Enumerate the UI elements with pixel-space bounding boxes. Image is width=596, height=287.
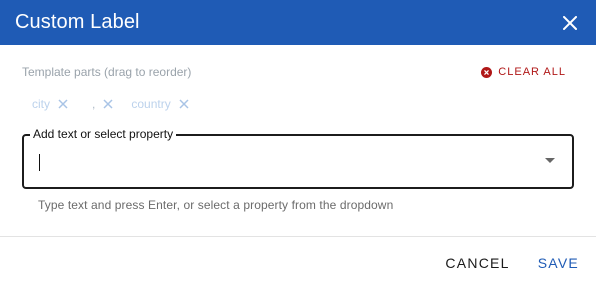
clear-all-button[interactable]: CLEAR ALL: [481, 66, 566, 78]
dialog-title: Custom Label: [15, 11, 140, 33]
close-icon: [179, 99, 189, 109]
chip-label: city: [32, 97, 50, 111]
chip-remove-button[interactable]: [58, 99, 68, 109]
chip-label: ,: [92, 97, 96, 111]
text-cursor: [39, 154, 40, 171]
close-icon: [103, 99, 113, 109]
chip-label: country: [131, 97, 171, 111]
template-chip[interactable]: ,: [92, 97, 113, 111]
close-icon: [563, 15, 577, 30]
chip-remove-button[interactable]: [103, 99, 113, 109]
template-chip[interactable]: country: [131, 97, 189, 111]
dialog-header: Custom Label: [0, 0, 596, 45]
close-icon: [58, 99, 68, 109]
cancel-button[interactable]: CANCEL: [445, 255, 509, 271]
clear-all-label: CLEAR ALL: [498, 66, 566, 78]
template-chips: city , country: [32, 97, 203, 111]
close-button[interactable]: [558, 11, 582, 35]
template-parts-label: Template parts (drag to reorder): [22, 65, 192, 79]
add-part-field: Add text or select property: [22, 127, 574, 189]
save-button[interactable]: SAVE: [538, 255, 579, 271]
chip-remove-button[interactable]: [179, 99, 189, 109]
dialog-actions: CANCEL SAVE: [445, 255, 579, 271]
footer-divider: [0, 236, 596, 237]
add-part-input[interactable]: [38, 136, 522, 189]
clear-circle-icon: [481, 66, 493, 78]
helper-text: Type text and press Enter, or select a p…: [38, 198, 394, 212]
template-chip[interactable]: city: [32, 97, 68, 111]
chevron-down-icon[interactable]: [545, 158, 555, 163]
